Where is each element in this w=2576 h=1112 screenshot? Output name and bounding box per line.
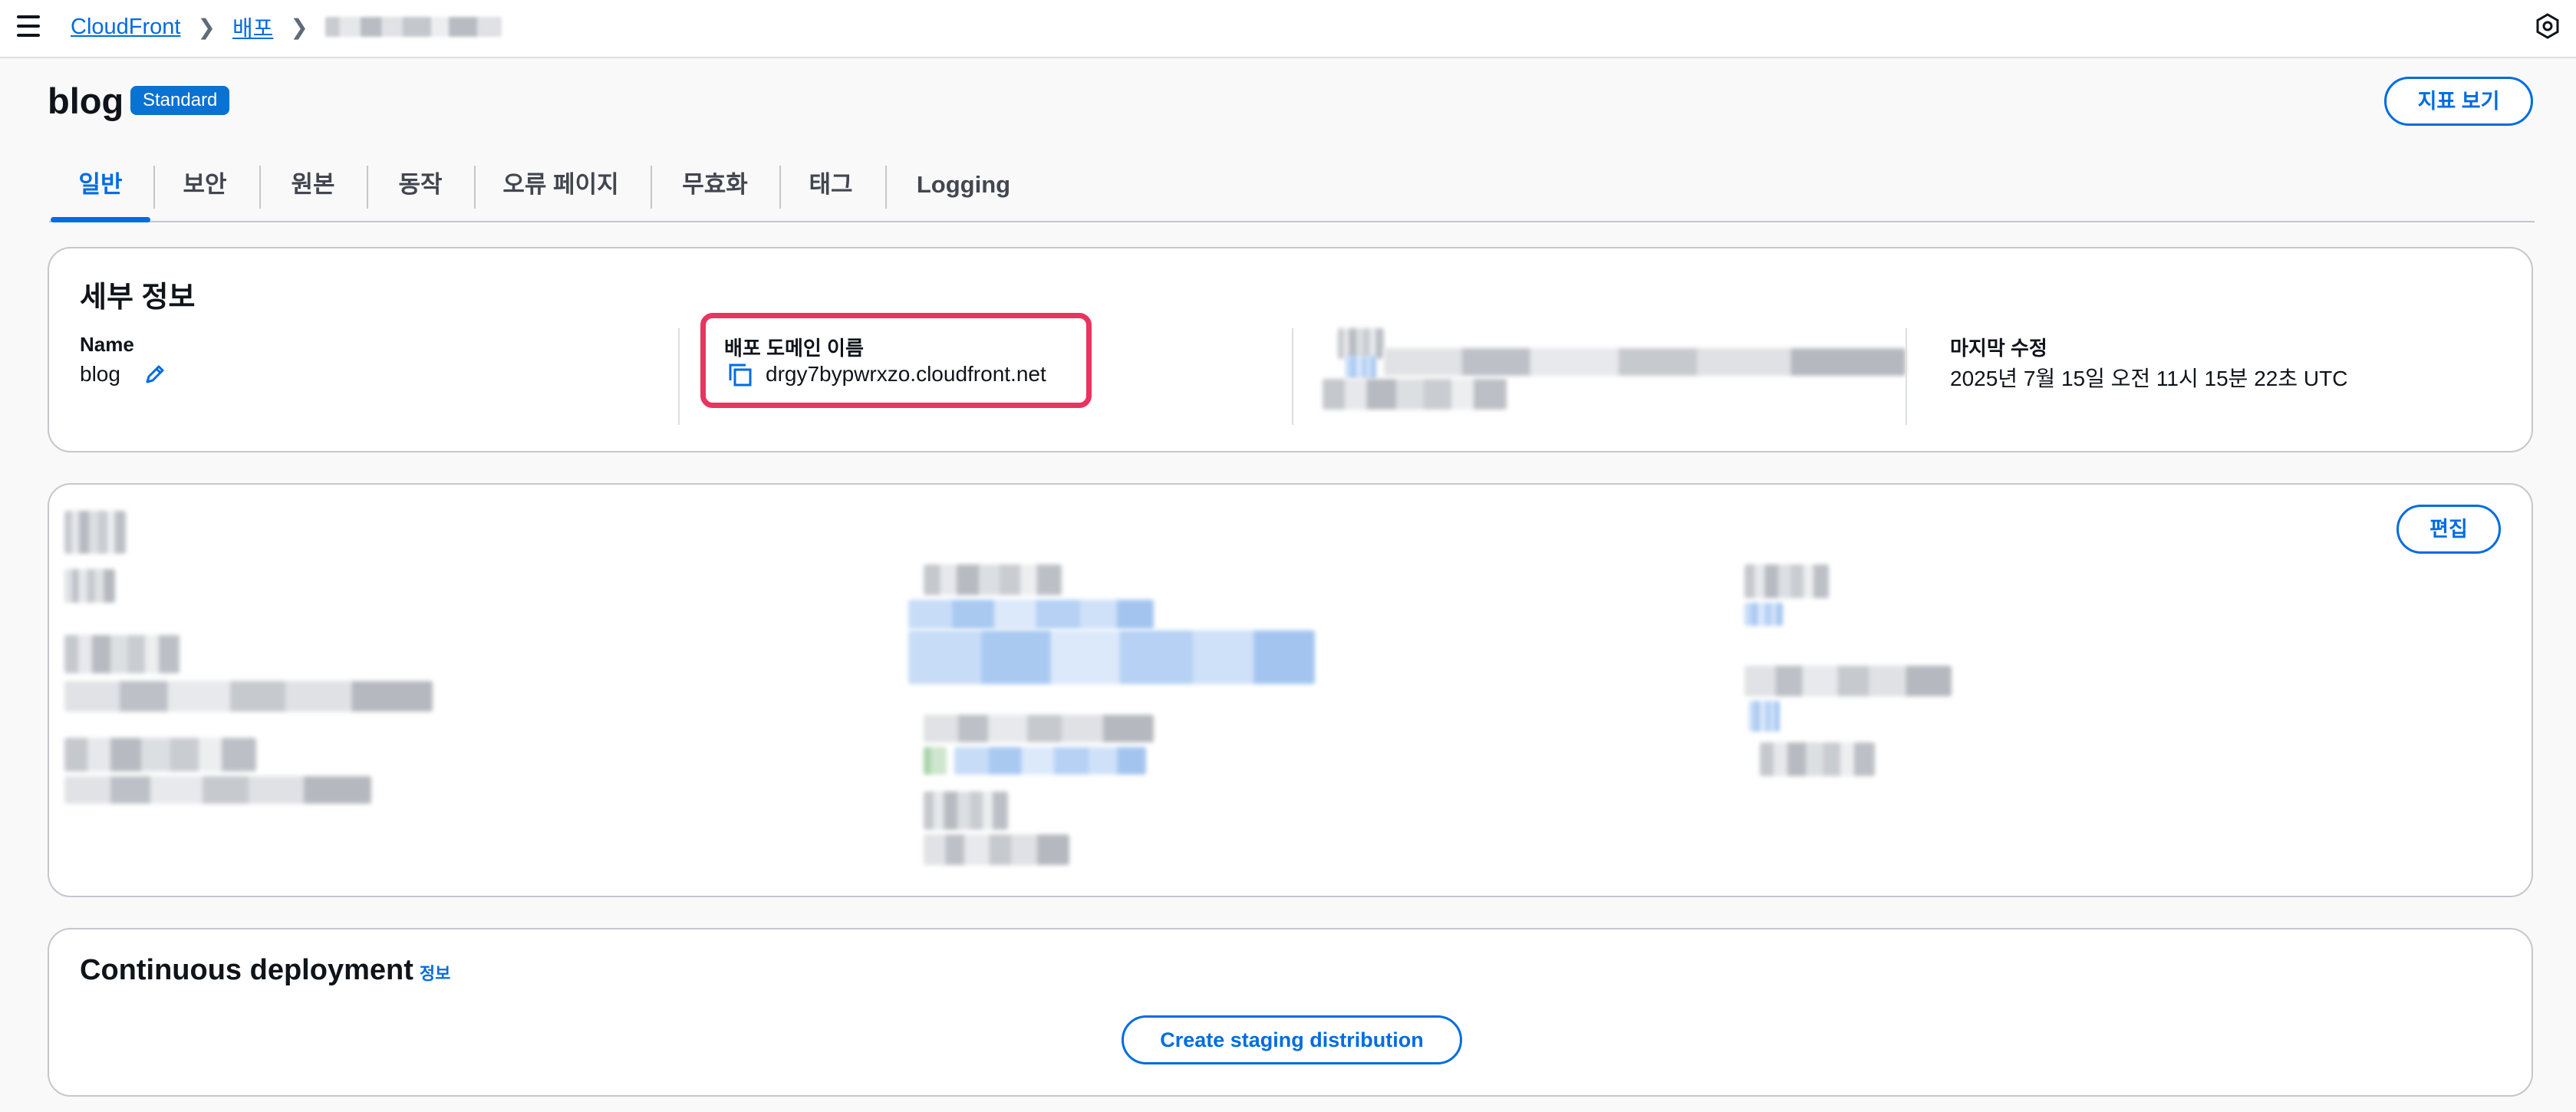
tab-origins[interactable]: 원본 [261, 158, 365, 219]
last-modified-label: 마지막 수정 [1950, 337, 2047, 360]
breadcrumb-distributions[interactable]: 배포 [232, 11, 273, 43]
details-card: 세부 정보 Name blog 배포 도메인 이름 drgy7bypwrxzo.… [48, 247, 2533, 452]
tab-bar: 일반 보안 원본 동작 오류 페이지 무효화 태그 Logging [49, 158, 2535, 222]
name-value: blog [80, 362, 120, 386]
redacted-link [1749, 701, 1780, 732]
redacted-status [924, 747, 947, 775]
redacted-value [1384, 348, 1906, 376]
tab-general[interactable]: 일반 [51, 158, 150, 222]
redacted-text [64, 776, 371, 804]
chevron-right-icon: ❯ [290, 15, 308, 39]
create-staging-distribution-button[interactable]: Create staging distribution [1122, 1015, 1462, 1064]
redacted-text [1760, 742, 1875, 776]
breadcrumb: CloudFront ❯ 배포 ❯ [71, 11, 502, 43]
redacted-text [1744, 666, 1952, 696]
tab-invalidations[interactable]: 무효화 [652, 158, 778, 219]
redacted-link [1346, 356, 1376, 379]
settings-hexagon-icon[interactable] [2535, 13, 2561, 39]
continuous-deployment-card: Continuous deployment 정보 Create staging … [48, 928, 2533, 1097]
tab-security[interactable]: 보안 [155, 158, 255, 219]
edit-button[interactable]: 편집 [2396, 505, 2501, 554]
continuous-deployment-heading: Continuous deployment [80, 954, 413, 986]
info-link[interactable]: 정보 [420, 960, 450, 985]
redacted-text [64, 681, 433, 712]
tab-behaviors[interactable]: 동작 [368, 158, 473, 219]
redacted-text [924, 791, 1008, 830]
tab-logging[interactable]: Logging [887, 158, 1040, 219]
redacted-text [1744, 564, 1829, 598]
column-divider [678, 328, 680, 425]
last-modified-value: 2025년 7월 15일 오전 11시 15분 22초 UTC [1950, 367, 2348, 390]
column-divider [1292, 328, 1293, 425]
details-heading: 세부 정보 [80, 281, 196, 314]
view-metrics-button[interactable]: 지표 보기 [2384, 77, 2533, 126]
menu-icon[interactable] [17, 15, 40, 37]
breadcrumb-distribution-id-redacted [324, 17, 502, 37]
redacted-text [924, 564, 1062, 595]
redacted-link [954, 747, 1146, 775]
redacted-text [64, 635, 180, 673]
redacted-link [1744, 603, 1783, 626]
redacted-text [924, 715, 1154, 742]
redacted-text [64, 569, 115, 603]
redacted-text [924, 834, 1069, 865]
settings-card: 편집 [48, 483, 2533, 897]
status-badge: Standard [130, 86, 230, 115]
redacted-link [908, 630, 1315, 684]
redacted-text [64, 511, 126, 554]
tab-error-pages[interactable]: 오류 페이지 [476, 158, 646, 219]
chevron-right-icon: ❯ [197, 15, 216, 39]
name-label: Name [80, 333, 134, 356]
tab-tags[interactable]: 태그 [781, 158, 881, 219]
redacted-value [1323, 379, 1507, 410]
column-divider [1906, 328, 1907, 425]
redacted-link [908, 600, 1154, 629]
pencil-edit-icon[interactable] [143, 362, 167, 387]
redacted-label [1338, 328, 1384, 359]
redacted-text [64, 738, 256, 771]
breadcrumb-cloudfront[interactable]: CloudFront [71, 15, 180, 40]
top-navigation-bar: CloudFront ❯ 배포 ❯ [0, 0, 2576, 58]
page-title: blog [48, 81, 124, 121]
highlight-annotation [700, 313, 1092, 408]
continuous-deployment-header: Continuous deployment 정보 [80, 954, 450, 987]
